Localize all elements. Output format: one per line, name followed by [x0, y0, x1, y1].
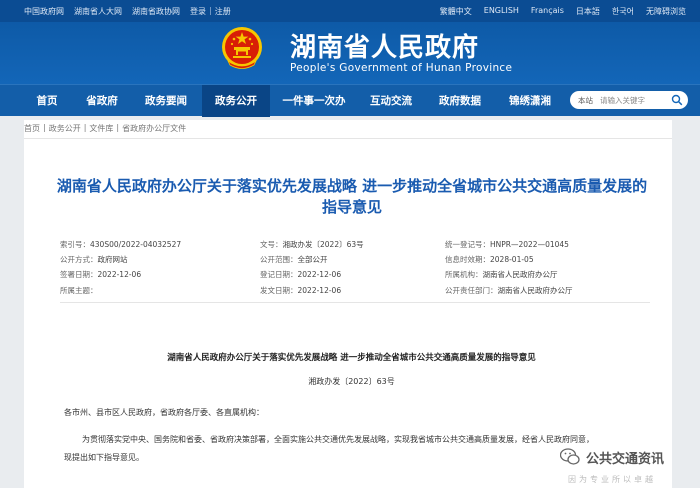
search-icon[interactable]	[671, 94, 683, 106]
salutation: 各市州、县市区人民政府，省政府各厅委、各直属机构：	[64, 408, 264, 417]
nav-interaction[interactable]: 互动交流	[358, 85, 424, 117]
paragraph-line: 现提出如下指导意见。	[64, 453, 144, 462]
search-input[interactable]: 请输入关键字	[600, 95, 645, 106]
breadcrumb-home[interactable]: 首页	[24, 123, 40, 134]
watermark-subtext: 因为专业所以卓越	[568, 475, 656, 484]
register-link[interactable]: 注册	[215, 6, 231, 17]
login-separator: |	[209, 6, 212, 15]
accessibility-link[interactable]: 无障碍浏览	[646, 6, 686, 17]
page-title: 湖南省人民政府办公厅关于落实优先发展战略 进一步推动全省城市公共交通高质量发展的…	[56, 177, 648, 216]
metadata-divider	[60, 302, 650, 303]
breadcrumb-gov-affairs[interactable]: 政务公开	[49, 123, 81, 134]
link-npc-hunan[interactable]: 湖南省人大网	[74, 6, 122, 17]
nav-one-thing-once[interactable]: 一件事一次办	[270, 85, 358, 117]
content-card: 首页 | 政务公开 | 文件库 | 省政府办公厅文件 湖南省人民政府办公厅关于落…	[24, 120, 672, 488]
breadcrumb-office-files[interactable]: 省政府办公厅文件	[122, 123, 186, 134]
nav-hunan-scenery[interactable]: 锦绣潇湘	[496, 85, 564, 117]
meta-issuing-agency: 所属机构：湖南省人民政府办公厅	[445, 270, 558, 279]
lang-french[interactable]: Français	[531, 6, 564, 17]
meta-publish-date: 发文日期：2022-12-06	[260, 286, 342, 295]
breadcrumb: 首页 | 政务公开 | 文件库 | 省政府办公厅文件	[24, 123, 186, 134]
wechat-icon	[560, 448, 580, 465]
search-scope[interactable]: 本站	[578, 95, 593, 106]
document-number: 湘政办发〔2022〕63号	[308, 377, 395, 386]
link-cppcc-hunan[interactable]: 湖南省政协网	[132, 6, 180, 17]
lang-korean[interactable]: 한국어	[612, 6, 634, 17]
meta-index-number: 索引号：430S00/2022-04032527	[60, 240, 182, 249]
watermark: 公共交通资讯	[560, 443, 664, 471]
language-links: 繁體中文 ENGLISH Français 日本語 한국어 无障碍浏览	[440, 6, 686, 17]
site-title-en: People's Government of Hunan Province	[290, 62, 513, 74]
top-links: 中国政府网 湖南省人大网 湖南省政协网 登录 | 注册	[24, 6, 231, 17]
login-group: 登录 | 注册	[190, 6, 231, 17]
breadcrumb-separator: |	[83, 123, 87, 132]
top-utility-bar: 中国政府网 湖南省人大网 湖南省政协网 登录 | 注册 繁體中文 ENGLISH…	[0, 0, 700, 22]
watermark-text: 公共交通资讯	[586, 451, 665, 467]
national-emblem-icon[interactable]	[220, 25, 264, 71]
meta-registration-number: 统一登记号：HNPR—2022—01045	[445, 240, 569, 249]
nav-home[interactable]: 首页	[20, 85, 74, 117]
breadcrumb-separator: |	[43, 123, 46, 132]
lang-english[interactable]: ENGLISH	[484, 6, 519, 17]
nav-gov-data[interactable]: 政府数据	[424, 85, 496, 117]
site-header: 湖南省人民政府 People's Government of Hunan Pro…	[0, 22, 700, 84]
meta-disclosure-method: 公开方式：政府网站	[60, 255, 128, 264]
document-heading: 湖南省人民政府办公厅关于落实优先发展战略 进一步推动全省城市公共交通高质量发展的…	[167, 353, 536, 363]
document-metadata: 索引号：430S00/2022-04032527 文号：湘政办发〔2022〕63…	[60, 233, 650, 301]
nav-gov-affairs-open[interactable]: 政务公开	[202, 85, 270, 117]
site-search[interactable]: 本站 请输入关键字	[570, 91, 688, 109]
meta-responsible-dept: 公开责任部门：湖南省人民政府办公厅	[445, 286, 573, 295]
meta-document-number: 文号：湘政办发〔2022〕63号	[260, 240, 364, 249]
breadcrumb-separator: |	[116, 123, 120, 132]
link-gov-cn[interactable]: 中国政府网	[24, 6, 64, 17]
meta-registration-date: 登记日期：2022-12-06	[260, 270, 342, 279]
lang-japanese[interactable]: 日本語	[576, 6, 600, 17]
login-link[interactable]: 登录	[190, 6, 206, 17]
lang-traditional-chinese[interactable]: 繁體中文	[440, 6, 472, 17]
paragraph-line: 为贯彻落实党中央、国务院和省委、省政府决策部署，全面实施公共交通优先发展战略，实…	[82, 435, 594, 444]
meta-validity-period: 信息时效期：2028-01-05	[445, 255, 534, 264]
site-title-cn[interactable]: 湖南省人民政府	[290, 27, 479, 64]
nav-provincial-gov[interactable]: 省政府	[74, 85, 130, 117]
meta-disclosure-scope: 公开范围：全部公开	[260, 255, 328, 264]
meta-topic: 所属主题：	[60, 286, 98, 295]
breadcrumb-file-library[interactable]: 文件库	[89, 123, 113, 134]
breadcrumb-divider	[24, 138, 672, 139]
meta-signing-date: 签署日期：2022-12-06	[60, 270, 142, 279]
nav-gov-news[interactable]: 政务要闻	[130, 85, 202, 117]
